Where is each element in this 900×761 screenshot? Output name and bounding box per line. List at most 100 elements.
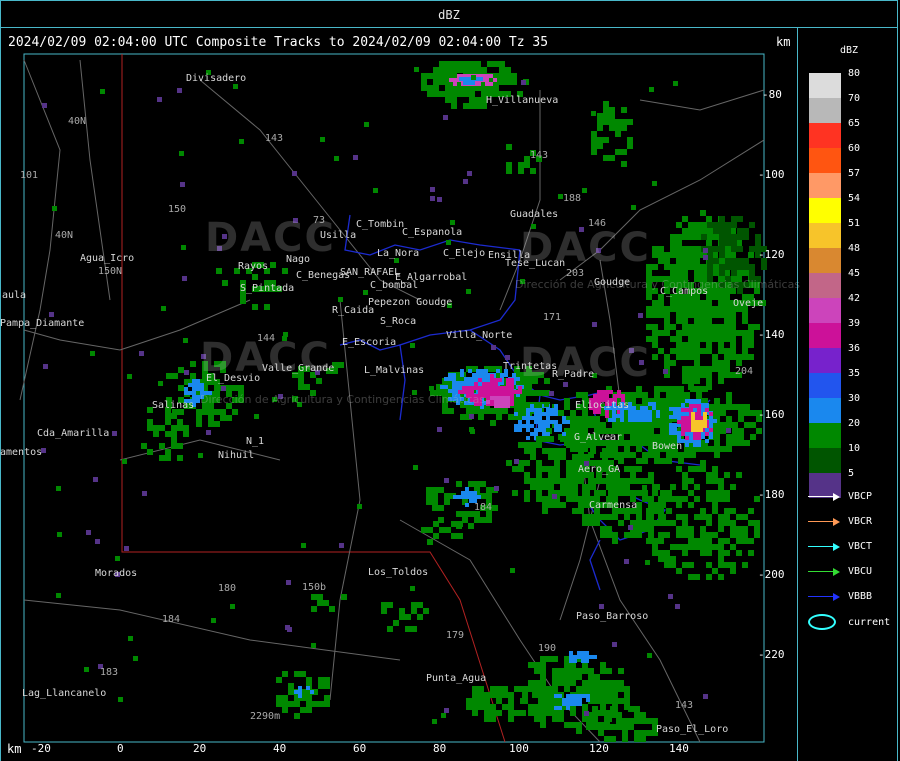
echo-cell (585, 651, 589, 655)
echo-cell (700, 222, 706, 228)
echo-cell (318, 701, 324, 707)
echo-cell (646, 520, 652, 526)
echo-cell (506, 404, 510, 408)
echo-cell (528, 704, 534, 710)
echo-cell (324, 677, 330, 683)
echo-cell (493, 61, 499, 67)
echo-cell (670, 556, 676, 562)
echo-cell (718, 300, 724, 306)
legend-swatch (809, 173, 841, 198)
echo-cell (443, 115, 448, 120)
echo-cell (730, 508, 736, 514)
echo-cell (520, 686, 526, 692)
echo-cell (628, 525, 633, 530)
x-tick: 0 (117, 742, 124, 755)
echo-cell (530, 442, 536, 448)
echo-cell (490, 716, 496, 722)
echo-cell (496, 710, 502, 716)
echo-cell (578, 454, 584, 460)
echo-cell (264, 304, 270, 310)
echo-cell (705, 432, 709, 436)
echo-cell (691, 424, 695, 428)
echo-cell (676, 336, 682, 342)
echo-cell (612, 418, 616, 422)
echo-cell (636, 532, 642, 538)
echo-cell (638, 313, 643, 318)
echo-cell (432, 487, 438, 493)
echo-cell (574, 702, 578, 706)
echo-cell (564, 686, 570, 692)
echo-cell (566, 436, 572, 442)
legend-swatch (809, 123, 841, 148)
route-number: 73 (313, 215, 326, 226)
echo-cell (718, 342, 724, 348)
echo-cell (666, 458, 672, 464)
place-label: Nago (286, 254, 311, 265)
echo-cell (685, 443, 689, 447)
echo-cell (718, 348, 724, 354)
echo-cell (652, 312, 658, 318)
echo-cell (624, 490, 630, 496)
echo-cell (184, 370, 189, 375)
echo-cell (594, 478, 600, 484)
route-number: 184 (474, 502, 493, 513)
echo-cell (694, 544, 700, 550)
echo-cell (681, 420, 685, 424)
watermark-subtitle: Dirección de Agricultura y Contingencias… (200, 393, 486, 406)
echo-cell (730, 562, 736, 568)
echo-cell (634, 736, 640, 742)
echo-cell (658, 550, 664, 556)
echo-cell (682, 312, 688, 318)
echo-cell (658, 496, 664, 502)
legend-level-label: 39 (848, 318, 861, 329)
place-label: Nihuil (218, 450, 255, 461)
echo-cell (572, 490, 578, 496)
echo-cell (714, 440, 720, 446)
echo-cell (652, 538, 658, 544)
echo-cell (612, 514, 618, 520)
echo-cell (181, 245, 186, 250)
echo-cell (439, 61, 445, 67)
echo-cell (506, 386, 510, 390)
echo-cell (682, 246, 688, 252)
echo-cell (451, 61, 457, 67)
echo-cell (502, 386, 506, 390)
echo-cell (673, 411, 677, 415)
echo-cell (712, 306, 718, 312)
echo-cell (538, 428, 542, 432)
track-label: VBCT (848, 541, 873, 552)
echo-cell (464, 377, 468, 381)
echo-cell (522, 424, 526, 428)
echo-cell (232, 409, 238, 415)
echo-cell (494, 378, 498, 382)
echo-cell (756, 428, 762, 434)
echo-cell (712, 466, 718, 472)
echo-cell (706, 312, 712, 318)
legend-swatch (809, 223, 841, 248)
echo-cell (676, 264, 682, 270)
echo-cell (705, 439, 709, 443)
echo-cell (738, 440, 744, 446)
echo-cell (469, 67, 475, 73)
echo-cell (542, 420, 546, 424)
echo-cell (691, 428, 695, 432)
legend-level-label: 65 (848, 118, 861, 129)
place-label: Lag_Llancanelo (22, 688, 107, 699)
echo-cell (600, 490, 606, 496)
echo-cell (490, 710, 496, 716)
echo-cell (664, 556, 670, 562)
echo-cell (133, 656, 138, 661)
echo-cell (664, 258, 670, 264)
echo-cell (536, 472, 542, 478)
echo-cell (505, 355, 510, 360)
echo-cell (540, 680, 546, 686)
echo-cell (597, 125, 603, 131)
legend-swatch (809, 73, 841, 98)
echo-cell (613, 394, 617, 398)
echo-cell (590, 448, 596, 454)
radar-map[interactable] (0, 0, 798, 761)
echo-cell (558, 680, 564, 686)
echo-cell (669, 427, 673, 431)
place-label: Paso_El_Loro (656, 724, 729, 735)
echo-cell (429, 386, 434, 391)
